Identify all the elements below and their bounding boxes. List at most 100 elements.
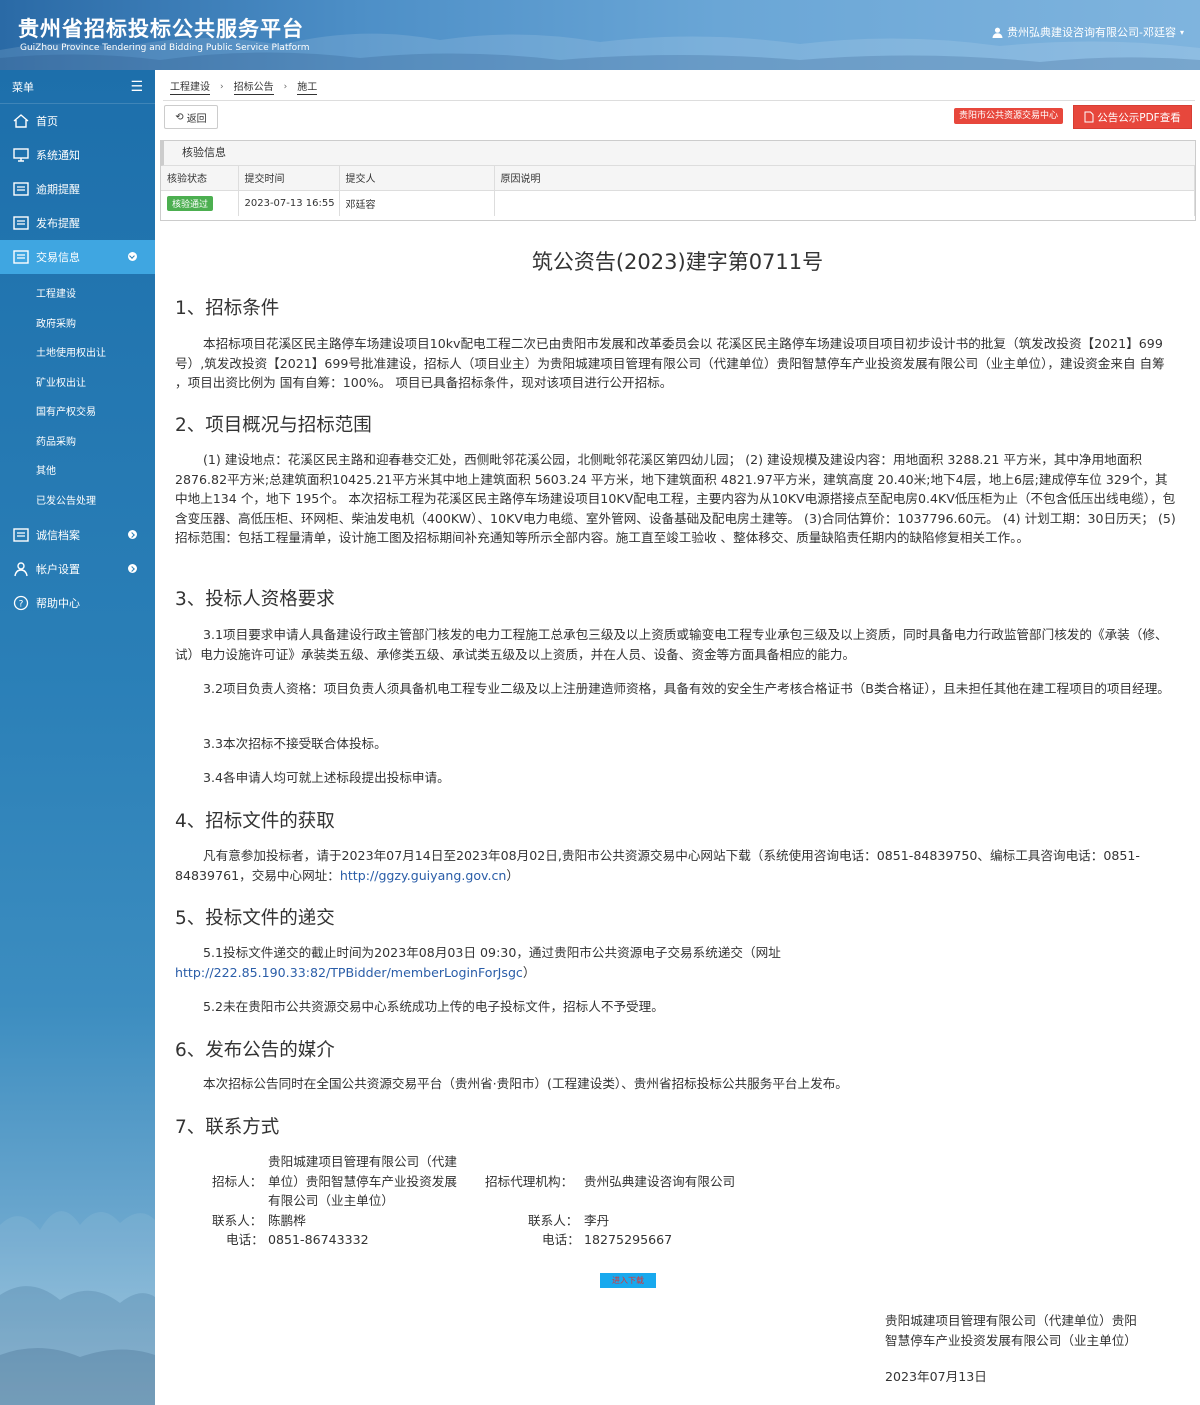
chevron-right-icon: ›	[220, 81, 224, 92]
sidebar-item-credit[interactable]: 诚信档案	[0, 518, 155, 552]
agent-label: 招标代理机构：	[485, 1173, 574, 1189]
breadcrumb-item[interactable]: 招标公告	[233, 78, 274, 95]
section-heading: 4、招标文件的获取	[175, 811, 335, 832]
sidebar-item-overdue[interactable]: 逾期提醒	[0, 172, 155, 206]
section-paragraph: 凡有意参加投标者，请于2023年07月14日至2023年08月02日,贵阳市公共…	[175, 846, 1180, 885]
sidebar-item-account[interactable]: 帐户设置	[0, 552, 155, 586]
section-paragraph: 3.1项目要求申请人具备建设行政主管部门核发的电力工程施工总承包三级及以上资质或…	[175, 627, 1168, 662]
chevron-down-icon	[128, 252, 137, 261]
sidebar-item-label: 诚信档案	[36, 529, 80, 542]
caret-down-icon: ▾	[1179, 27, 1184, 37]
phone-label: 电话：	[226, 1232, 264, 1247]
paragraph-text: 凡有意参加投标者，请于2023年07月14日至2023年08月02日,贵阳市公共…	[175, 848, 1140, 883]
sidebar-item-publish[interactable]: 发布提醒	[0, 206, 155, 240]
sidebar-item-trade[interactable]: 交易信息	[0, 240, 155, 274]
signature-line: 贵阳城建项目管理有限公司（代建单位）贵阳	[885, 1313, 1137, 1328]
sidebar-item-label: 首页	[36, 115, 58, 128]
svg-text:?: ?	[19, 600, 24, 610]
sidebar-item-label: 逾期提醒	[36, 183, 80, 196]
verify-panel: 核验信息 核验状态 提交时间 提交人 原因说明 核验通过 2023-07-13 …	[160, 140, 1196, 221]
section-heading: 2、项目概况与招标范围	[175, 415, 372, 436]
sidebar-header: 菜单 ☰	[0, 70, 155, 104]
time-cell: 2023-07-13 16:55	[238, 190, 340, 216]
sidebar-item-help[interactable]: ? 帮助中心	[0, 586, 155, 620]
phone-label: 电话：	[542, 1232, 580, 1247]
section-paragraph: 5.1投标文件递交的截止时间为2023年08月03日 09:30，通过贵阳市公共…	[175, 943, 1180, 982]
submitter-cell: 邓廷容	[339, 190, 495, 216]
top-header: 贵州省招标投标公共服务平台 GuiZhou Province Tendering…	[0, 0, 1200, 70]
sidebar-item-home[interactable]: 首页	[0, 104, 155, 138]
agent-name: 贵州弘典建设咨询有限公司	[584, 1173, 736, 1189]
sidebar-subitem[interactable]: 矿业权出让	[0, 367, 155, 397]
tenderer-label: 招标人：	[212, 1173, 263, 1189]
section-heading: 6、发布公告的媒介	[175, 1040, 335, 1061]
list-icon	[13, 528, 29, 542]
section-paragraph: 3.2项目负责人资格：项目负责人须具备机电工程专业二级及以上注册建造师资格，具备…	[203, 681, 1170, 696]
sidebar: 菜单 ☰ 首页 系统通知 逾期提醒 发布提醒 交易信息 工程建设 政府采购 土地…	[0, 70, 155, 1405]
sidebar-subitem[interactable]: 政府采购	[0, 308, 155, 338]
signature-date: 2023年07月13日	[885, 1369, 987, 1384]
tenderer-name-line: 有限公司（业主单位）	[268, 1193, 394, 1208]
list-icon	[13, 182, 29, 196]
sidebar-item-label: 发布提醒	[36, 217, 80, 230]
breadcrumb-item[interactable]: 施工	[297, 78, 318, 95]
landscape-decoration-icon	[0, 1211, 155, 1405]
status-badge: 核验通过	[167, 195, 214, 211]
user-name: 贵州弘典建设咨询有限公司-邓廷容	[1007, 26, 1176, 39]
divider	[163, 100, 1195, 101]
sidebar-subitem[interactable]: 国有产权交易	[0, 396, 155, 426]
hamburger-icon[interactable]: ☰	[130, 79, 143, 95]
column-header: 原因说明	[494, 166, 1195, 191]
phone-number: 18275295667	[584, 1232, 673, 1247]
sidebar-item-notice[interactable]: 系统通知	[0, 138, 155, 172]
document-title: 筑公资告(2023)建字第0711号	[531, 250, 824, 274]
verify-table: 核验状态 提交时间 提交人 原因说明 核验通过 2023-07-13 16:55…	[161, 166, 1195, 216]
section-paragraph: 本招标项目花溪区民主路停车场建设项目10kv配电工程二次已由贵阳市发展和改革委员…	[175, 336, 1165, 390]
section-paragraph: 3.4各申请人均可就上述标段提出投标申请。	[203, 770, 450, 785]
trading-center-badge: 贵阳市公共资源交易中心	[954, 108, 1064, 124]
sidebar-subitem[interactable]: 工程建设	[0, 278, 155, 308]
section-paragraph: 3.3本次招标不接受联合体投标。	[203, 736, 387, 751]
section-paragraph: (1) 建设地点：花溪区民主路和迎春巷交汇处，西侧毗邻花溪公园，北侧毗邻花溪区第…	[175, 452, 1176, 545]
sidebar-item-label: 帮助中心	[36, 597, 80, 610]
user-icon	[14, 562, 28, 577]
breadcrumb-item[interactable]: 工程建设	[170, 78, 210, 95]
sidebar-subitem[interactable]: 药品采购	[0, 426, 155, 456]
paragraph-text: ）	[506, 867, 519, 883]
sidebar-subitem[interactable]: 已发公告处理	[0, 485, 155, 515]
sidebar-item-label: 交易信息	[36, 251, 80, 264]
pdf-view-label: 公告公示PDF查看	[1097, 111, 1181, 124]
monitor-icon	[13, 148, 29, 162]
table-row: 核验通过 2023-07-13 16:55 邓廷容	[161, 190, 1195, 216]
back-arrow-icon: ⟲	[175, 111, 184, 123]
section-heading: 5、投标文件的递交	[175, 908, 335, 929]
section-paragraph: 5.2未在贵阳市公共资源交易中心系统成功上传的电子投标文件，招标人不予受理。	[203, 999, 664, 1014]
pdf-view-button[interactable]: 公告公示PDF查看	[1073, 105, 1192, 129]
reason-cell	[494, 190, 1195, 216]
verify-title: 核验信息	[161, 141, 1195, 166]
chevron-right-icon	[128, 564, 137, 573]
phone-number: 0851-86743332	[268, 1232, 369, 1247]
bid-system-link[interactable]: http://222.85.190.33:82/TPBidder/memberL…	[175, 965, 523, 980]
column-header: 提交时间	[238, 166, 340, 191]
download-button[interactable]: 进入下载	[600, 1273, 656, 1288]
section-heading: 1、招标条件	[175, 298, 280, 319]
list-icon	[13, 216, 29, 230]
sidebar-subitem[interactable]: 其他	[0, 455, 155, 485]
sidebar-item-label: 系统通知	[36, 149, 80, 162]
chevron-right-icon: ›	[283, 81, 288, 92]
contact-label: 联系人：	[212, 1212, 263, 1228]
contact-name: 李丹	[584, 1212, 610, 1228]
section-heading: 7、联系方式	[175, 1117, 280, 1138]
sidebar-subitem[interactable]: 土地使用权出让	[0, 337, 155, 367]
trading-center-link[interactable]: http://ggzy.guiyang.gov.cn	[340, 868, 507, 883]
back-button[interactable]: ⟲ 返回	[164, 105, 218, 129]
help-icon: ?	[13, 595, 29, 611]
list-icon	[13, 250, 29, 264]
platform-title: 贵州省招标投标公共服务平台	[18, 17, 304, 41]
user-menu[interactable]: 贵州弘典建设咨询有限公司-邓廷容 ▾	[992, 24, 1184, 40]
tenderer-name-line: 单位）贵阳智慧停车产业投资发展	[268, 1173, 457, 1189]
home-icon	[13, 114, 29, 128]
paragraph-text: ）	[522, 964, 536, 980]
contact-label: 联系人：	[528, 1212, 579, 1228]
